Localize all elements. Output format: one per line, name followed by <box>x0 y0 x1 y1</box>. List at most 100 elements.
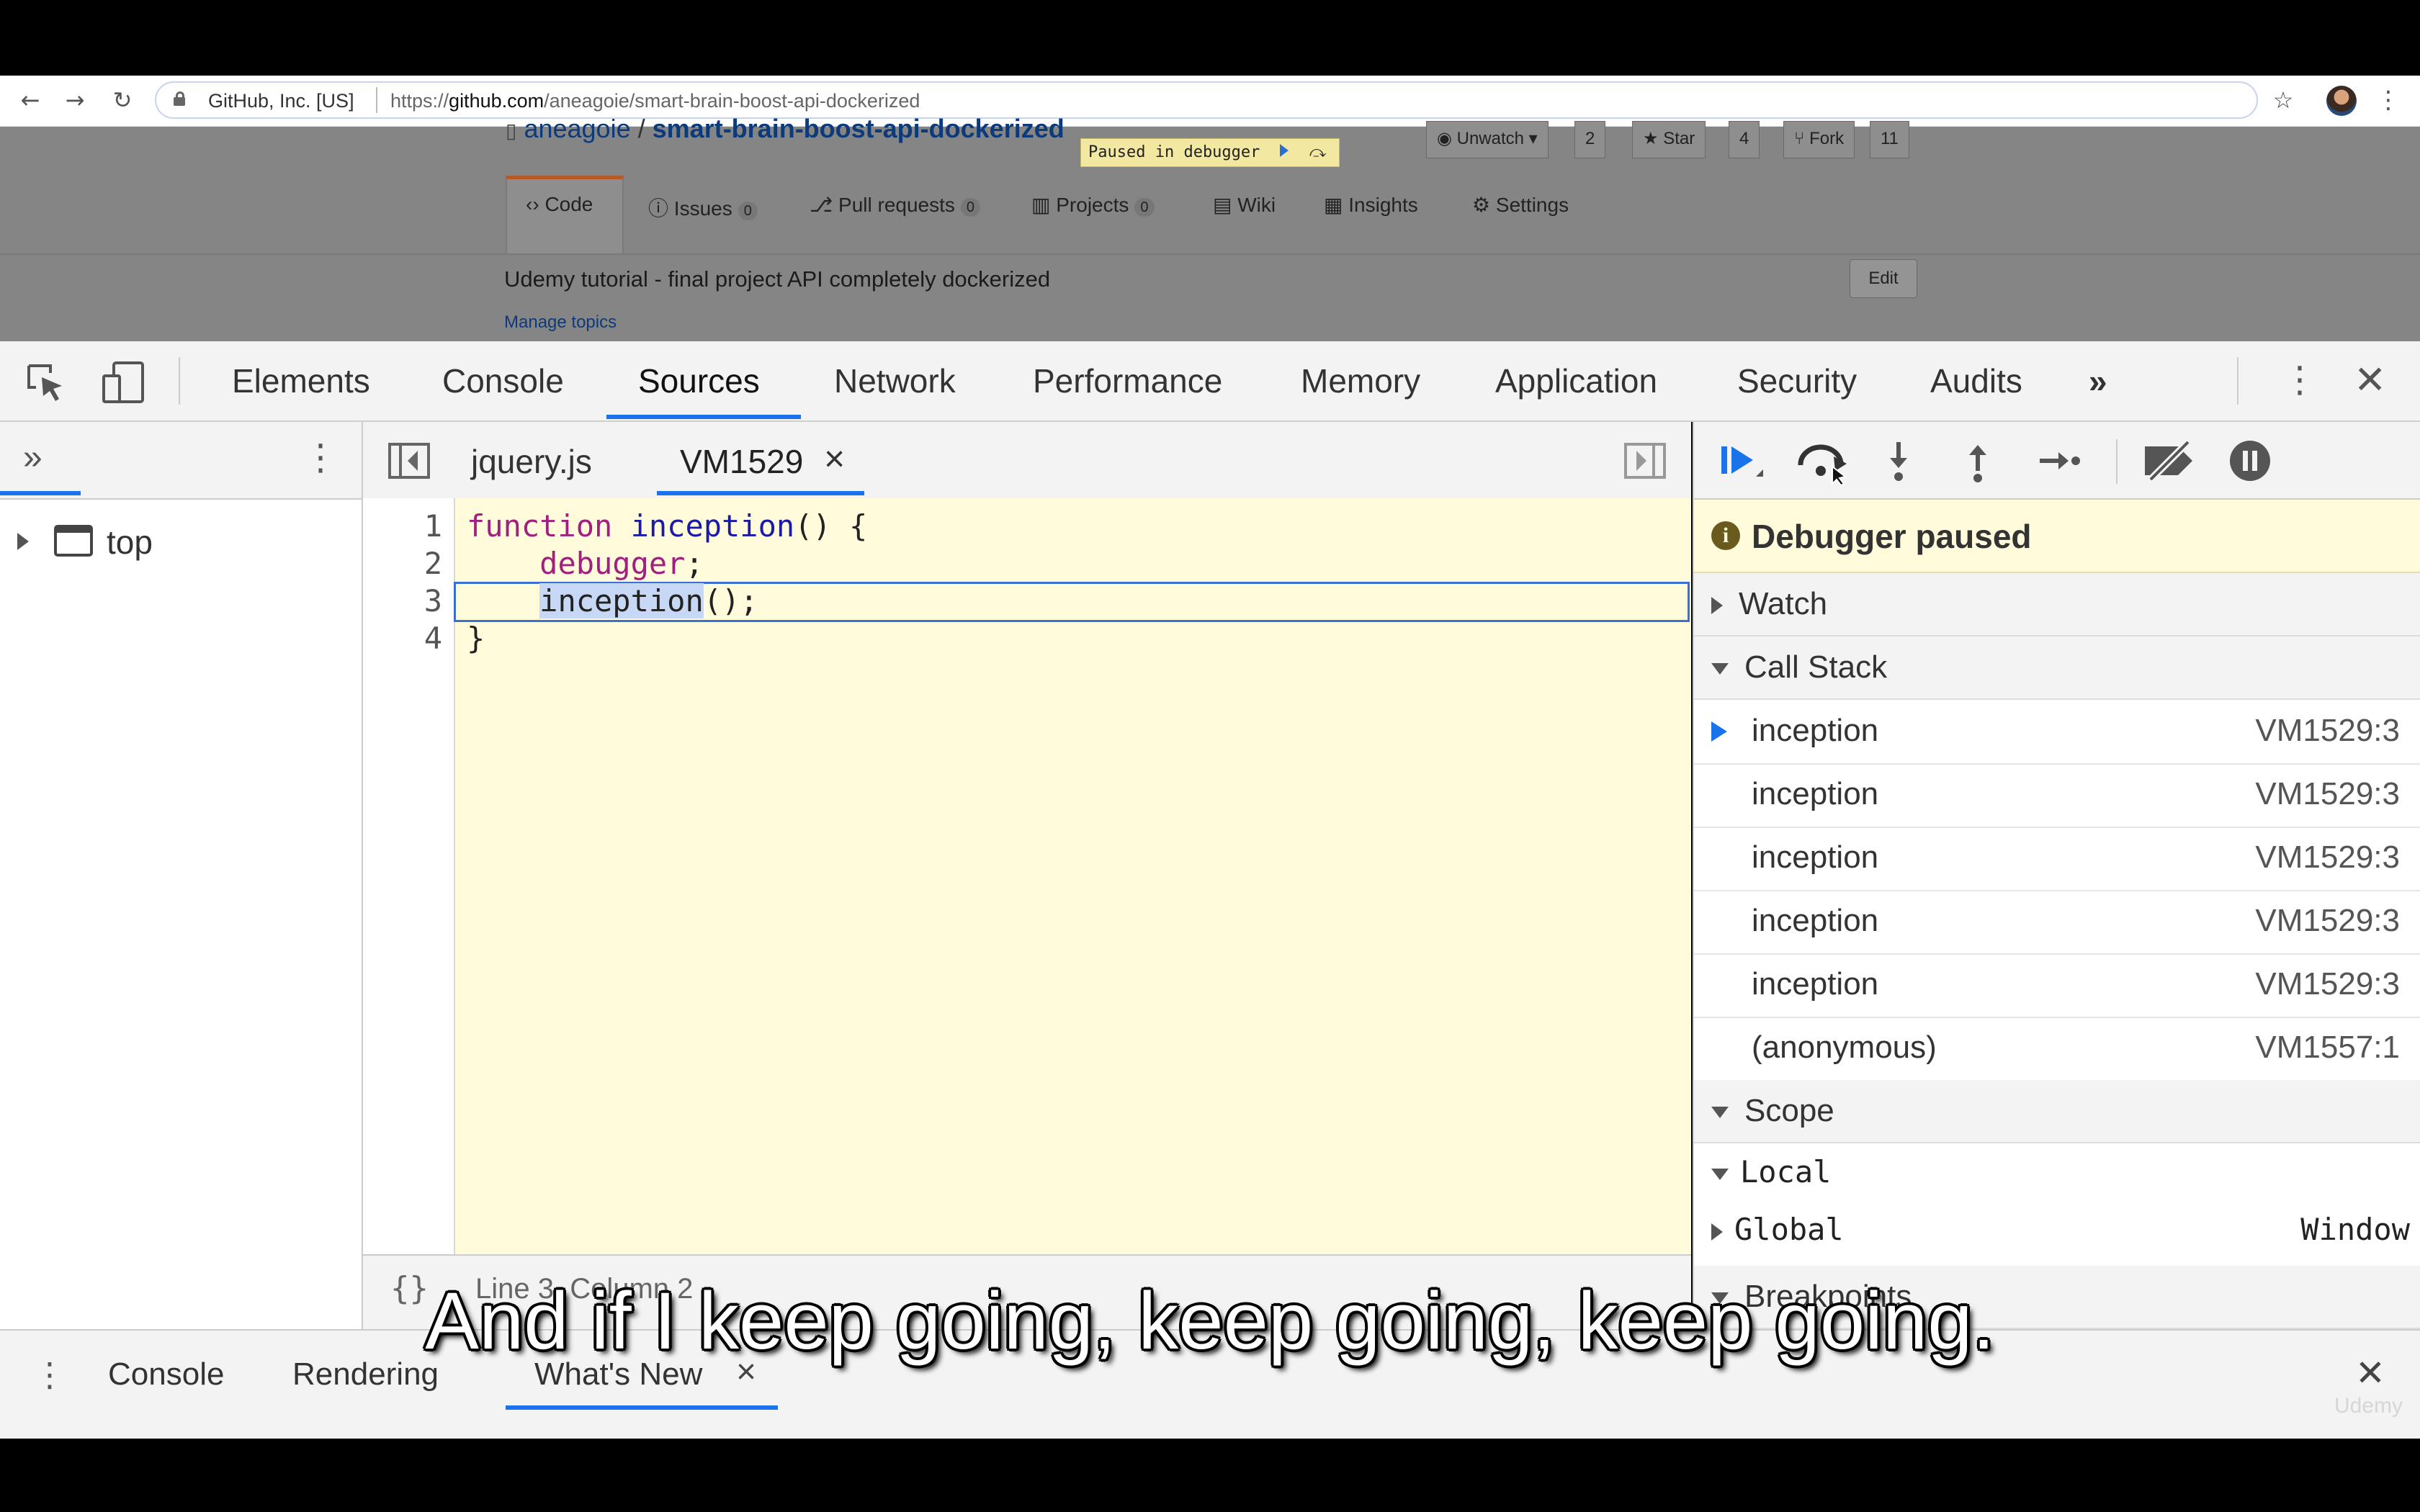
repo-owner-link[interactable]: aneagoie <box>524 114 630 143</box>
active-drawer-tab-indicator <box>506 1405 778 1410</box>
forward-icon[interactable]: → <box>60 86 89 114</box>
code-line-3[interactable]: inception(); <box>467 583 758 618</box>
tree-item-top[interactable]: top <box>14 520 230 563</box>
profile-avatar[interactable] <box>2326 86 2357 116</box>
back-icon[interactable]: ← <box>16 86 45 114</box>
star-count: 4 <box>1729 121 1760 158</box>
tab-code-label[interactable]: ‹› Code <box>526 193 593 216</box>
tab-settings[interactable]: ⚙ Settings <box>1472 193 1569 217</box>
tab-elements[interactable]: Elements <box>232 361 370 400</box>
tab-performance[interactable]: Performance <box>1033 361 1222 400</box>
devtools-toolbar: Elements Console Sources Network Perform… <box>0 341 2420 422</box>
projects-icon: ▥ <box>1031 194 1051 216</box>
tab-issues[interactable]: ⓘ Issues 0 <box>648 193 758 222</box>
code-line-1[interactable]: function inception() { <box>467 508 867 544</box>
fork-count: 11 <box>1870 121 1909 158</box>
resume-icon[interactable] <box>1279 144 1289 157</box>
repo-name-link[interactable]: smart-brain-boost-api-dockerized <box>653 114 1065 143</box>
tab-pull-requests[interactable]: ⎇ Pull requests 0 <box>810 193 981 217</box>
tree-item-label: top <box>107 523 153 561</box>
call-frame[interactable]: inception VM1529:3 <box>1694 890 2420 955</box>
unwatch-button[interactable]: ◉ Unwatch ▾ <box>1426 121 1549 158</box>
pause-on-exceptions-icon[interactable] <box>2228 439 2272 482</box>
scope-global[interactable]: Global Window <box>1694 1201 2420 1259</box>
toggle-debugger-icon[interactable] <box>1623 442 1667 480</box>
line-number[interactable]: 1 <box>363 508 442 544</box>
call-frame[interactable]: inception VM1529:3 <box>1694 763 2420 828</box>
tab-application[interactable]: Application <box>1495 361 1657 400</box>
call-frame[interactable]: inception VM1529:3 <box>1694 700 2420 765</box>
current-frame-arrow-icon <box>1711 721 1727 742</box>
scope-section-header[interactable]: Scope <box>1694 1080 2420 1143</box>
tab-projects[interactable]: ▥ Projects 0 <box>1031 193 1155 217</box>
line-number[interactable]: 2 <box>363 546 442 581</box>
tab-insights[interactable]: ▦ Insights <box>1324 193 1418 217</box>
code-line-2[interactable]: debugger; <box>467 546 704 581</box>
navigator-menu-icon[interactable]: ⋮ <box>302 436 339 478</box>
fork-button[interactable]: ⑂ Fork <box>1783 121 1855 158</box>
collapse-arrow-icon <box>1711 1107 1729 1119</box>
scope-local[interactable]: Local <box>1694 1143 2420 1201</box>
more-navigator-tabs-icon[interactable]: » <box>23 438 42 477</box>
inspect-element-icon[interactable] <box>26 363 66 403</box>
device-toolbar-icon[interactable] <box>101 360 148 405</box>
url-text[interactable]: https://github.com/aneagoie/smart-brain-… <box>390 90 920 112</box>
line-number-gutter[interactable]: 1 2 3 4 <box>363 498 455 1254</box>
collapse-arrow-icon <box>1711 663 1729 675</box>
lock-icon <box>174 91 185 106</box>
call-frame[interactable]: (anonymous) VM1557:1 <box>1694 1017 2420 1081</box>
call-frame[interactable]: inception VM1529:3 <box>1694 827 2420 891</box>
bookmark-star-icon[interactable]: ☆ <box>2269 86 2298 114</box>
frame-icon <box>54 525 93 557</box>
code-line-4[interactable]: } <box>467 621 485 656</box>
more-tabs-icon[interactable]: » <box>2089 361 2107 400</box>
toolbar-separator <box>2116 439 2118 484</box>
watch-section-header[interactable]: Watch <box>1694 573 2420 636</box>
resume-script-icon[interactable] <box>1720 444 1766 480</box>
toolbar-separator <box>2237 357 2238 405</box>
active-tab-indicator <box>0 491 81 495</box>
star-button[interactable]: ★ Star <box>1632 121 1706 158</box>
tab-memory[interactable]: Memory <box>1301 361 1420 400</box>
browser-menu-icon[interactable]: ⋮ <box>2374 86 2403 114</box>
repo-separator: / <box>637 114 645 143</box>
edit-description-button[interactable]: Edit <box>1850 259 1917 298</box>
step-out-icon[interactable] <box>1963 439 1992 482</box>
issues-icon: ⓘ <box>648 197 669 220</box>
tab-console[interactable]: Console <box>442 361 564 400</box>
line-number[interactable]: 3 <box>363 583 442 618</box>
tab-security[interactable]: Security <box>1737 361 1857 400</box>
file-tab-jquery[interactable]: jquery.js <box>471 442 592 481</box>
call-stack-section-header[interactable]: Call Stack <box>1694 636 2420 700</box>
tab-audits[interactable]: Audits <box>1930 361 2022 400</box>
close-devtools-icon[interactable]: ✕ <box>2354 357 2386 402</box>
line-number[interactable]: 4 <box>363 621 442 656</box>
expand-arrow-icon[interactable] <box>17 533 29 550</box>
manage-topics-link[interactable]: Manage topics <box>504 312 617 333</box>
debugger-toolbar <box>1694 422 2420 500</box>
selected-text: inception <box>539 583 704 618</box>
close-tab-icon[interactable]: × <box>824 438 845 480</box>
repo-description: Udemy tutorial - final project API compl… <box>504 266 1051 292</box>
github-page: ▯ aneagoie / smart-brain-boost-api-docke… <box>0 114 2420 341</box>
deactivate-breakpoints-icon[interactable] <box>2141 441 2198 481</box>
video-subtitle: And if I keep going, keep going, keep go… <box>425 1276 1995 1366</box>
reload-icon[interactable]: ↻ <box>108 86 137 114</box>
step-over-icon[interactable] <box>1795 439 1852 485</box>
tab-sources[interactable]: Sources <box>638 361 760 400</box>
toolbar-separator <box>179 357 180 405</box>
paused-in-debugger-banner: Paused in debugger ⤼ <box>1080 138 1340 167</box>
collapse-arrow-icon <box>1711 1168 1729 1180</box>
file-tab-vm1529[interactable]: VM1529 <box>680 442 803 481</box>
tab-network[interactable]: Network <box>834 361 956 400</box>
call-frame[interactable]: inception VM1529:3 <box>1694 953 2420 1018</box>
tab-wiki[interactable]: ▤ Wiki <box>1213 193 1276 217</box>
devtools-menu-icon[interactable]: ⋮ <box>2282 359 2318 400</box>
address-bar[interactable]: GitHub, Inc. [US] https://github.com/ane… <box>155 81 2258 119</box>
step-over-icon[interactable]: ⤼ <box>1309 139 1327 166</box>
step-into-icon[interactable] <box>1884 439 1913 482</box>
step-icon[interactable] <box>2037 446 2083 475</box>
code-icon: ‹› <box>526 193 539 215</box>
toggle-navigator-icon[interactable] <box>387 442 431 480</box>
expand-arrow-icon <box>1711 1223 1723 1241</box>
